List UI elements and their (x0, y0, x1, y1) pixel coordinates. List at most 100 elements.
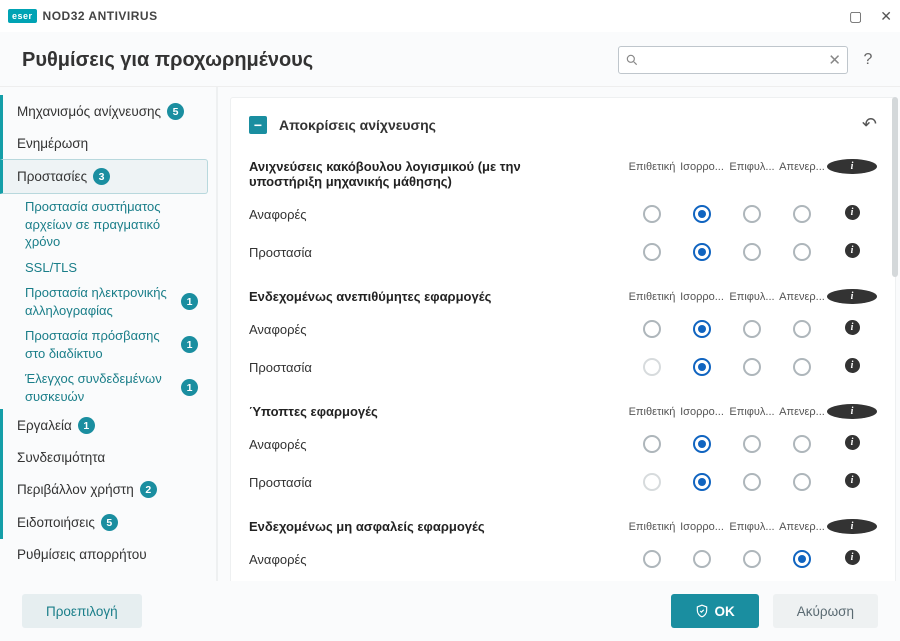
radio-option[interactable] (743, 320, 761, 338)
row-label: Αναφορές (249, 207, 307, 222)
column-label: Επιθετική (627, 521, 677, 533)
column-label: Απενερ... (777, 291, 827, 303)
group-title: Ανιχνεύσεις κακόβουλου λογισμικού (με τη… (249, 159, 549, 189)
setting-row: Αναφορέςi (249, 540, 877, 578)
section-title: Αποκρίσεις ανίχνευσης (279, 117, 436, 133)
radio-option[interactable] (643, 435, 661, 453)
sidebar-item-7[interactable]: Έλεγχος συνδεδεμένων συσκευών 1 (0, 366, 208, 409)
sidebar-item-10[interactable]: Περιβάλλον χρήστη2 (0, 473, 208, 506)
collapse-icon[interactable]: − (249, 116, 267, 134)
sidebar-item-4[interactable]: SSL/TLS (0, 255, 208, 281)
radio-option[interactable] (643, 320, 661, 338)
sidebar-item-6[interactable]: Προστασία πρόσβασης στο διαδίκτυο 1 (0, 323, 208, 366)
sidebar-item-label: Ρυθμίσεις απορρήτου (17, 547, 147, 562)
sidebar-item-label: Έλεγχος συνδεδεμένων συσκευών (25, 370, 175, 405)
column-label: Επιθετική (627, 291, 677, 303)
window-controls: ▢ ✕ (849, 8, 892, 25)
default-button[interactable]: Προεπιλογή (22, 594, 142, 628)
brand-badge: eser (8, 9, 37, 23)
radio-option[interactable] (743, 550, 761, 568)
row-label: Αναφορές (249, 437, 307, 452)
sidebar-item-label: Περιβάλλον χρήστη (17, 482, 134, 497)
sidebar-item-0[interactable]: Μηχανισμός ανίχνευσης5 (0, 95, 208, 128)
radio-option[interactable] (643, 243, 661, 261)
sidebar-item-3[interactable]: Προστασία συστήματος αρχείων σε πραγματι… (0, 194, 208, 255)
setting-row: Προστασίαi (249, 348, 877, 386)
radio-option[interactable] (793, 473, 811, 491)
sidebar-item-label: SSL/TLS (25, 259, 77, 277)
info-icon[interactable]: i (845, 435, 860, 450)
info-icon[interactable]: i (827, 404, 877, 419)
info-icon[interactable]: i (845, 320, 860, 335)
sidebar-item-5[interactable]: Προστασία ηλεκτρονικής αλληλογραφίας 1 (0, 280, 208, 323)
sidebar-item-12[interactable]: Ρυθμίσεις απορρήτου (0, 539, 208, 570)
page-title: Ρυθμίσεις για προχωρημένους (22, 49, 313, 72)
sidebar-item-2[interactable]: Προστασίες3 (0, 159, 208, 194)
column-label: Επιφυλ... (727, 291, 777, 303)
sidebar-item-1[interactable]: Ενημέρωση (0, 128, 208, 159)
radio-option[interactable] (693, 550, 711, 568)
brand: eser NOD32 ANTIVIRUS (8, 9, 158, 23)
sidebar-item-8[interactable]: Εργαλεία1 (0, 409, 208, 442)
radio-option[interactable] (793, 243, 811, 261)
radio-option[interactable] (693, 320, 711, 338)
help-icon[interactable]: ? (858, 51, 878, 69)
info-icon[interactable]: i (845, 358, 860, 373)
setting-row: Αναφορέςi (249, 310, 877, 348)
radio-option[interactable] (693, 205, 711, 223)
ok-button[interactable]: OK (671, 594, 759, 628)
shield-icon (695, 604, 709, 618)
radio-option[interactable] (743, 435, 761, 453)
radio-option[interactable] (793, 358, 811, 376)
info-icon[interactable]: i (845, 550, 860, 565)
search-icon (625, 53, 639, 67)
radio-option[interactable] (643, 550, 661, 568)
radio-option[interactable] (793, 435, 811, 453)
close-icon[interactable]: ✕ (880, 8, 892, 25)
info-icon[interactable]: i (827, 159, 877, 174)
sidebar: Μηχανισμός ανίχνευσης5 Ενημέρωση Προστασίε… (0, 87, 218, 581)
radio-option[interactable] (743, 473, 761, 491)
radio-option[interactable] (743, 358, 761, 376)
radio-option[interactable] (693, 243, 711, 261)
clear-search-icon[interactable]: ✕ (828, 51, 841, 69)
info-icon[interactable]: i (845, 205, 860, 220)
ok-label: OK (715, 604, 735, 619)
badge: 1 (181, 379, 198, 396)
sidebar-item-11[interactable]: Ειδοποιήσεις5 (0, 506, 208, 539)
radio-option[interactable] (693, 358, 711, 376)
row-label: Προστασία (249, 475, 312, 490)
search-box[interactable]: ✕ (618, 46, 848, 74)
radio-option[interactable] (643, 205, 661, 223)
sidebar-item-label: Ειδοποιήσεις (17, 515, 95, 530)
group-title: Ενδεχομένως μη ασφαλείς εφαρμογές (249, 519, 485, 534)
column-label: Επιφυλ... (727, 161, 777, 173)
radio-option[interactable] (743, 243, 761, 261)
radio-option[interactable] (793, 205, 811, 223)
sidebar-item-label: Ενημέρωση (17, 136, 88, 151)
cancel-button[interactable]: Ακύρωση (773, 594, 878, 628)
badge: 1 (181, 293, 198, 310)
radio-option (643, 358, 661, 376)
info-icon[interactable]: i (827, 519, 877, 534)
sidebar-item-label: Προστασία πρόσβασης στο διαδίκτυο (25, 327, 175, 362)
radio-option[interactable] (743, 205, 761, 223)
maximize-icon[interactable]: ▢ (849, 8, 862, 25)
search-input[interactable] (639, 53, 828, 68)
group-title: Ύποπτες εφαρμογές (249, 404, 378, 419)
header: Ρυθμίσεις για προχωρημένους ✕ ? (0, 32, 900, 87)
info-icon[interactable]: i (827, 289, 877, 304)
footer: Προεπιλογή OK Ακύρωση (0, 581, 900, 641)
sidebar-item-label: Προστασία ηλεκτρονικής αλληλογραφίας (25, 284, 175, 319)
scrollbar[interactable] (892, 97, 898, 277)
radio-option[interactable] (693, 473, 711, 491)
radio-option[interactable] (693, 435, 711, 453)
badge: 1 (181, 336, 198, 353)
info-icon[interactable]: i (845, 473, 860, 488)
radio-option[interactable] (793, 550, 811, 568)
radio-option[interactable] (793, 320, 811, 338)
info-icon[interactable]: i (845, 243, 860, 258)
column-label: Απενερ... (777, 406, 827, 418)
sidebar-item-9[interactable]: Συνδεσιμότητα (0, 442, 208, 473)
undo-icon[interactable]: ↶ (862, 114, 877, 135)
